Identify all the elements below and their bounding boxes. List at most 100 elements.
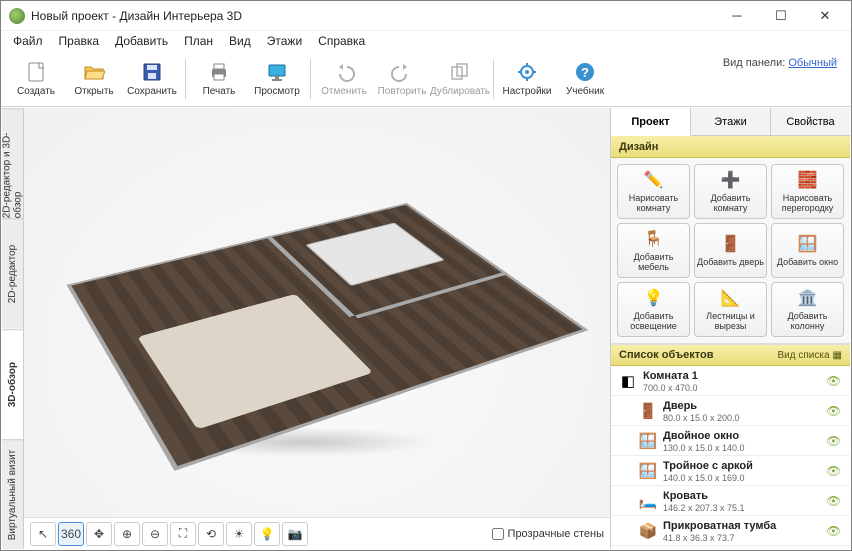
redo-button[interactable]: Повторить [373,55,431,103]
print-button[interactable]: Печать [190,55,248,103]
stairs-label: Лестницы и вырезы [697,312,764,332]
menu-file[interactable]: Файл [5,32,51,50]
visibility-eye-icon[interactable]: 👁 [826,434,842,448]
gear-icon [515,60,539,84]
menu-floors[interactable]: Этажи [259,32,310,50]
transparent-walls-checkbox[interactable]: Прозрачные стены [492,528,604,540]
titlebar: Новый проект - Дизайн Интерьера 3D ─ ☐ ✕ [1,1,851,31]
add-window-button[interactable]: 🪟Добавить окно [771,223,844,278]
object-item[interactable]: 🪟Двойное окно130.0 x 15.0 x 140.0👁 [611,426,850,456]
object-icon: ◧ [619,372,637,390]
save-button[interactable]: Сохранить [123,55,181,103]
object-item[interactable]: 📦 Прикроватная тумба41.8 x 36.3 x 73.7 👁 [611,516,850,546]
zoom-out-tool[interactable]: ⊖ [142,522,168,546]
object-item[interactable]: 🚪Дверь80.0 x 15.0 x 200.0👁 [611,396,850,426]
tutorial-label: Учебник [566,86,604,97]
design-grid: ✏️Нарисовать комнату ➕Добавить комнату 🧱… [611,158,850,344]
sun-tool[interactable]: ☀ [226,522,252,546]
settings-button[interactable]: Настройки [498,55,556,103]
object-name: Комната 1 [643,370,820,383]
draw-room-label: Нарисовать комнату [620,194,687,214]
camera-tool[interactable]: 📷 [282,522,308,546]
fit-view-tool[interactable]: ⛶ [170,522,196,546]
object-item[interactable]: ◧Комната 1700.0 x 470.0👁 [611,366,850,396]
draw-partition-label: Нарисовать перегородку [774,194,841,214]
preview-button[interactable]: Просмотр [248,55,306,103]
visibility-eye-icon[interactable]: 👁 [826,464,842,478]
object-name: Прикроватная тумба [663,520,820,533]
panel-mode-link[interactable]: Обычный [788,57,837,69]
stairs-button[interactable]: 📐Лестницы и вырезы [694,282,767,337]
zoom-in-tool[interactable]: ⊕ [114,522,140,546]
toolbar: Создать Открыть Сохранить Печать Просмот… [1,51,851,107]
minimize-button[interactable]: ─ [715,1,759,31]
viewport: ↖ 360 ✥ ⊕ ⊖ ⛶ ⟲ ☀ 💡 📷 Прозрачные стены [24,108,610,549]
object-dimensions: 41.8 x 36.3 x 73.7 [663,533,820,543]
menu-plan[interactable]: План [176,32,221,50]
tab-floors[interactable]: Этажи [691,108,771,135]
close-button[interactable]: ✕ [803,1,847,31]
undo-icon [332,60,356,84]
bulb-icon: 💡 [643,288,665,310]
object-text: Прикроватная тумба41.8 x 36.3 x 73.7 [663,520,820,543]
light-tool[interactable]: 💡 [254,522,280,546]
pan-tool[interactable]: ✥ [86,522,112,546]
object-icon: 🛏️ [639,492,657,510]
add-furniture-button[interactable]: 🪑Добавить мебель [617,223,690,278]
vtab-virtual-visit[interactable]: Виртуальный визит [2,439,23,549]
maximize-button[interactable]: ☐ [759,1,803,31]
object-item[interactable]: 🛏️Кровать146.2 x 207.3 x 75.1👁 [611,486,850,516]
object-item[interactable]: 🪟Тройное с аркой140.0 x 15.0 x 169.0👁 [611,456,850,486]
vtab-3d-view[interactable]: 3D-обзор [2,329,23,439]
menu-add[interactable]: Добавить [107,32,176,50]
add-column-button[interactable]: 🏛️Добавить колонну [771,282,844,337]
window-icon: 🪟 [797,234,819,256]
object-icon: 📦 [639,522,657,540]
list-mode-toggle[interactable]: Вид списка ▦ [778,350,842,361]
visibility-eye-icon[interactable]: 👁 [826,404,842,418]
open-button[interactable]: Открыть [65,55,123,103]
draw-partition-button[interactable]: 🧱Нарисовать перегородку [771,164,844,219]
menu-edit[interactable]: Правка [51,32,108,50]
visibility-eye-icon[interactable]: 👁 [826,494,842,508]
arrow-tool[interactable]: ↖ [30,522,56,546]
object-text: Дверь80.0 x 15.0 x 200.0 [663,400,820,423]
reset-view-tool[interactable]: ⟲ [198,522,224,546]
create-label: Создать [17,86,55,97]
transparent-walls-input[interactable] [492,528,504,540]
object-icon: 🪟 [639,462,657,480]
door-icon: 🚪 [720,234,742,256]
vtab-combo[interactable]: 2D-редактор и 3D-обзор [2,108,23,218]
visibility-eye-icon[interactable]: 👁 [826,374,842,388]
chair-icon: 🪑 [643,229,665,251]
menu-help[interactable]: Справка [310,32,373,50]
panel-mode-label: Вид панели: [723,57,785,69]
print-label: Печать [203,86,236,97]
redo-icon [390,60,414,84]
draw-room-button[interactable]: ✏️Нарисовать комнату [617,164,690,219]
add-door-button[interactable]: 🚪 Добавить дверь [694,223,767,278]
object-name: Дверь [663,400,820,413]
visibility-eye-icon[interactable]: 👁 [826,524,842,538]
object-dimensions: 130.0 x 15.0 x 140.0 [663,443,820,453]
tab-project[interactable]: Проект [611,108,691,136]
workarea: 2D-редактор и 3D-обзор 2D-редактор 3D-об… [2,108,850,549]
undo-button[interactable]: Отменить [315,55,373,103]
add-light-button[interactable]: 💡Добавить освещение [617,282,690,337]
orbit-360-tool[interactable]: 360 [58,522,84,546]
object-list-title: Список объектов [619,349,713,361]
create-button[interactable]: Создать [7,55,65,103]
view-tools: ↖ 360 ✥ ⊕ ⊖ ⛶ ⟲ ☀ 💡 📷 Прозрачные стены [24,517,610,549]
panel-mode: Вид панели: Обычный [723,57,837,69]
duplicate-button[interactable]: Дублировать [431,55,489,103]
3d-scene[interactable] [24,108,610,517]
tab-properties[interactable]: Свойства [771,108,850,135]
add-door-label: Добавить дверь [697,258,764,268]
object-text: Двойное окно130.0 x 15.0 x 140.0 [663,430,820,453]
object-list: ◧Комната 1700.0 x 470.0👁🚪Дверь80.0 x 15.… [611,366,850,549]
menu-view[interactable]: Вид [221,32,259,50]
vtab-2d-editor[interactable]: 2D-редактор [2,218,23,328]
tutorial-button[interactable]: ? Учебник [556,55,614,103]
add-room-button[interactable]: ➕Добавить комнату [694,164,767,219]
duplicate-icon [448,60,472,84]
